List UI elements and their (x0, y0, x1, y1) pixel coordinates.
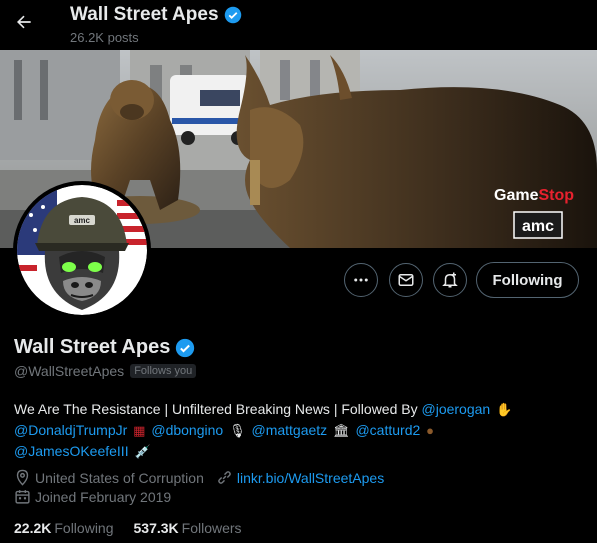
message-button[interactable] (389, 263, 423, 297)
following-count: 22.2K (14, 520, 52, 536)
avatar[interactable]: amc (13, 181, 151, 319)
mention-dbongino[interactable]: @dbongino (151, 422, 223, 438)
header-title-text: Wall Street Apes (70, 4, 219, 25)
following-count-link[interactable]: 22.2K Following (14, 520, 114, 536)
profile-name: Wall Street Apes (14, 336, 195, 359)
notifications-button[interactable] (433, 263, 467, 297)
calendar-icon (15, 490, 30, 504)
joined-text: Joined February 2019 (35, 488, 172, 505)
following-count-label: Following (54, 520, 114, 536)
verified-badge-icon (176, 338, 195, 357)
location-text: United States of Corruption (35, 469, 204, 486)
verified-badge-icon (224, 6, 241, 24)
top-header: Wall Street Apes 26.2K posts (0, 0, 597, 50)
following-button[interactable]: Following (476, 262, 579, 298)
us-flag-icon: ▦ (133, 423, 146, 438)
envelope-icon (398, 274, 414, 286)
profile-joined-row: Joined February 2019 (14, 488, 183, 505)
followers-count: 537.3K (133, 520, 179, 536)
followers-count-link[interactable]: 537.3K Followers (134, 520, 242, 536)
link-icon (218, 471, 231, 484)
gorilla-helmet-avatar-icon: amc (17, 185, 147, 315)
microphone-icon: 🎙 (229, 423, 246, 438)
website-item: linkr.bio/WallStreetApes (216, 469, 384, 486)
back-arrow-icon[interactable] (14, 12, 34, 32)
capitol-building-icon: 🏛 (333, 423, 350, 438)
follows-you-badge: Follows you (130, 364, 197, 378)
follow-counts: 22.2K Following 537.3K Followers (14, 520, 242, 536)
followers-count-label: Followers (181, 520, 242, 536)
mention-jamesokeefeiii[interactable]: @JamesOKeefeIII (14, 443, 129, 459)
svg-text:GameStop: GameStop (494, 187, 574, 204)
profile-name-text: Wall Street Apes (14, 336, 171, 358)
more-options-button[interactable] (344, 263, 378, 297)
mention-joerogan[interactable]: @joerogan (422, 401, 491, 417)
gamestop-logo-game: Game (494, 187, 539, 204)
post-count: 26.2K posts (70, 30, 139, 45)
profile-meta-row: United States of Corruption linkr.bio/Wa… (14, 469, 396, 486)
mention-mattgaetz[interactable]: @mattgaetz (251, 422, 327, 438)
poop-icon: ● (426, 423, 435, 438)
location-pin-icon (16, 469, 29, 486)
bio-text: We Are The Resistance | Unfiltered Break… (14, 401, 422, 417)
amc-logo: amc (522, 218, 554, 235)
profile-handle-row: @WallStreetApes Follows you (14, 363, 197, 379)
bell-plus-icon (442, 272, 458, 288)
header-title: Wall Street Apes (70, 4, 242, 26)
hamsa-hand-icon: ✋ (496, 402, 513, 417)
avatar-helmet-text: amc (74, 216, 91, 225)
mention-catturd2[interactable]: @catturd2 (355, 422, 420, 438)
profile-bio: We Are The Resistance | Unfiltered Break… (14, 399, 584, 462)
website-link[interactable]: linkr.bio/WallStreetApes (237, 470, 384, 486)
profile-handle: @WallStreetApes (14, 363, 125, 379)
joined-item: Joined February 2019 (14, 488, 171, 505)
gamestop-logo-stop: Stop (538, 187, 574, 204)
syringe-icon: 💉 (134, 444, 151, 459)
location-item: United States of Corruption (14, 469, 204, 486)
more-dots-icon (354, 278, 368, 282)
mention-donaldjtrumpjr[interactable]: @DonaldjTrumpJr (14, 422, 127, 438)
